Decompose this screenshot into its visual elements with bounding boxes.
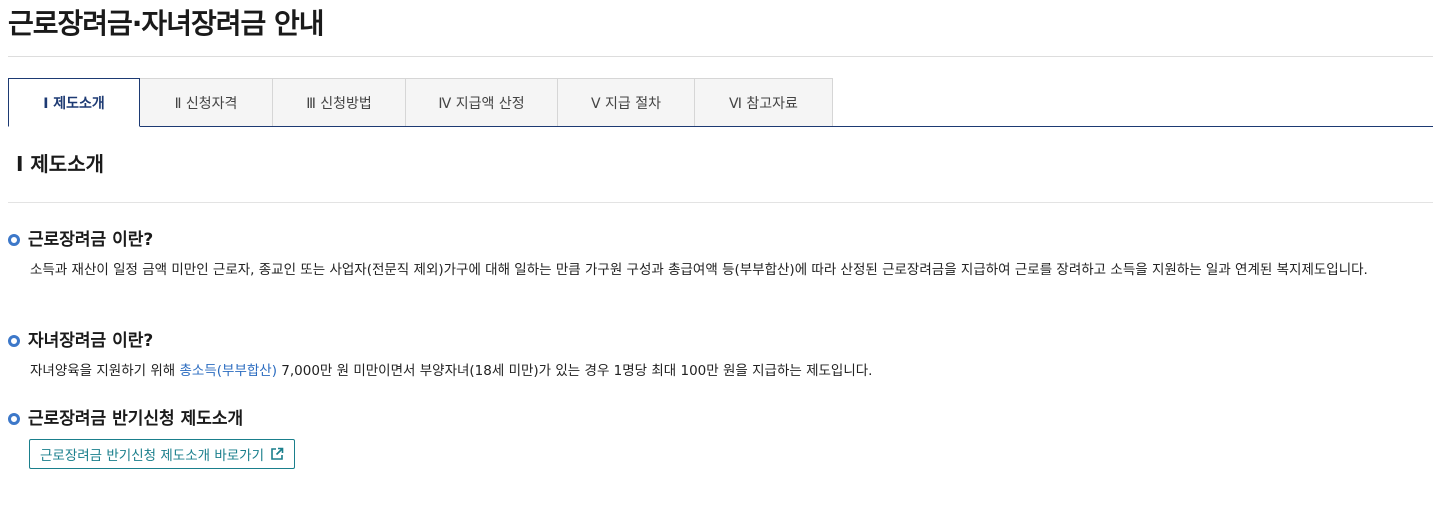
tab-bar: Ⅰ 제도소개 Ⅱ 신청자격 Ⅲ 신청방법 Ⅳ 지급액 산정 Ⅴ 지급 절차 Ⅵ … bbox=[8, 78, 1433, 127]
tab-how-to-apply[interactable]: Ⅲ 신청방법 bbox=[272, 78, 406, 126]
tab-payment-procedure[interactable]: Ⅴ 지급 절차 bbox=[557, 78, 695, 126]
circle-bullet-icon bbox=[8, 335, 20, 347]
circle-bullet-icon bbox=[8, 413, 20, 425]
item-heading: 근로장려금 반기신청 제도소개 bbox=[28, 409, 244, 429]
desc-text-after: 7,000만 원 미만이면서 부양자녀(18세 미만)가 있는 경우 1명당 최… bbox=[276, 363, 873, 379]
item-heading: 자녀장려금 이란? bbox=[28, 331, 154, 351]
info-item-half-year-application: 근로장려금 반기신청 제도소개 근로장려금 반기신청 제도소개 바로가기 bbox=[8, 407, 1428, 469]
tab-payment-calculation[interactable]: Ⅳ 지급액 산정 bbox=[405, 78, 558, 126]
title-divider bbox=[8, 56, 1433, 57]
item-heading: 근로장려금 이란? bbox=[28, 230, 154, 250]
page-title: 근로장려금·자녀장려금 안내 bbox=[8, 7, 325, 40]
tab-references[interactable]: Ⅵ 참고자료 bbox=[694, 78, 833, 126]
section-title: Ⅰ 제도소개 bbox=[16, 152, 105, 176]
item-description: 자녀양육을 지원하기 위해 총소득(부부합산) 7,000만 원 미만이면서 부… bbox=[30, 359, 1428, 383]
tab-system-intro[interactable]: Ⅰ 제도소개 bbox=[8, 78, 140, 127]
tab-eligibility[interactable]: Ⅱ 신청자격 bbox=[139, 78, 273, 126]
total-income-link[interactable]: 총소득(부부합산) bbox=[180, 363, 277, 379]
desc-text-before: 자녀양육을 지원하기 위해 bbox=[30, 363, 180, 379]
half-year-intro-shortcut-button[interactable]: 근로장려금 반기신청 제도소개 바로가기 bbox=[29, 439, 296, 469]
info-item-child-incentive: 자녀장려금 이란? 자녀양육을 지원하기 위해 총소득(부부합산) 7,000만… bbox=[8, 329, 1428, 383]
external-link-icon bbox=[270, 447, 284, 461]
info-item-work-incentive: 근로장려금 이란? 소득과 재산이 일정 금액 미만인 근로자, 종교인 또는 … bbox=[8, 228, 1428, 282]
section-divider bbox=[8, 202, 1433, 203]
shortcut-button-label: 근로장려금 반기신청 제도소개 바로가기 bbox=[40, 448, 265, 464]
item-description: 소득과 재산이 일정 금액 미만인 근로자, 종교인 또는 사업자(전문직 제외… bbox=[30, 262, 1368, 278]
circle-bullet-icon bbox=[8, 234, 20, 246]
